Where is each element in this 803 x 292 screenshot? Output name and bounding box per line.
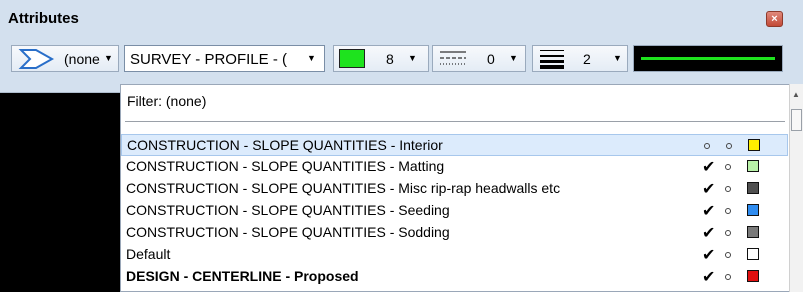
chevron-down-icon: ▼: [307, 53, 316, 63]
checkmark-icon: ✔: [702, 203, 716, 220]
checkmark-icon: ✔: [702, 269, 716, 286]
line-weight-icon: [540, 50, 564, 69]
circle-icon: [704, 143, 710, 149]
list-item-label: DESIGN - CENTERLINE - Proposed: [126, 268, 359, 284]
circle-icon: [725, 274, 731, 280]
level-picker[interactable]: (none ▼: [11, 45, 119, 72]
checkmark-icon: ✔: [702, 225, 716, 242]
scroll-up-icon[interactable]: ▲: [792, 90, 800, 99]
circle-icon: [725, 164, 731, 170]
scrollbar[interactable]: ▲: [789, 84, 803, 292]
list-item-label: CONSTRUCTION - SLOPE QUANTITIES - Soddin…: [126, 224, 450, 240]
color-picker[interactable]: 8 ▼: [333, 45, 429, 72]
checkmark-icon: ✔: [702, 159, 716, 176]
list-item-label: Default: [126, 246, 171, 262]
element-template-value: SURVEY - PROFILE - (: [130, 51, 287, 68]
circle-icon: [725, 186, 731, 192]
line-preview: [633, 45, 783, 72]
close-button[interactable]: ×: [766, 11, 783, 27]
close-icon: ×: [771, 13, 778, 25]
chevron-down-icon: ▼: [104, 53, 113, 63]
list-item-label: CONSTRUCTION - SLOPE QUANTITIES - Seedin…: [126, 202, 450, 218]
list-item-label: CONSTRUCTION - SLOPE QUANTITIES - Interi…: [127, 137, 443, 153]
element-template-dropdown[interactable]: SURVEY - PROFILE - ( ▼: [124, 45, 325, 72]
chevron-down-icon: ▼: [613, 53, 622, 63]
color-swatch: [747, 248, 759, 260]
color-swatch: [747, 226, 759, 238]
line-weight-value: 2: [583, 51, 591, 67]
circle-icon: [726, 143, 732, 149]
list-item[interactable]: CONSTRUCTION - SLOPE QUANTITIES - Mattin…: [121, 156, 788, 178]
list-item[interactable]: CONSTRUCTION - SLOPE QUANTITIES - Seedin…: [121, 200, 788, 222]
line-style-icon: [440, 51, 466, 65]
checkmark-icon: ✔: [702, 247, 716, 264]
list-item[interactable]: CONSTRUCTION - SLOPE QUANTITIES - Interi…: [121, 134, 788, 156]
circle-icon: [725, 208, 731, 214]
color-swatch: [747, 204, 759, 216]
list-item[interactable]: CONSTRUCTION - SLOPE QUANTITIES - Soddin…: [121, 222, 788, 244]
level-value: (none: [64, 51, 100, 67]
filter-label: Filter: (none): [127, 93, 207, 109]
circle-icon: [725, 252, 731, 258]
level-icon: [18, 49, 55, 69]
color-swatch: [748, 139, 760, 151]
preview-line: [641, 57, 775, 60]
list-item[interactable]: CONSTRUCTION - SLOPE QUANTITIES - Misc r…: [121, 178, 788, 200]
line-style-picker[interactable]: 0 ▼: [432, 45, 526, 72]
line-weight-picker[interactable]: 2 ▼: [532, 45, 628, 72]
line-style-value: 0: [487, 51, 495, 67]
list-item[interactable]: Default ✔: [121, 244, 788, 266]
view-background: [0, 93, 120, 292]
color-swatch: [747, 270, 759, 282]
color-swatch: [339, 49, 365, 68]
attributes-panel: Attributes × (none ▼ SURVEY - PROFILE - …: [0, 0, 803, 93]
circle-icon: [725, 230, 731, 236]
panel-title: Attributes: [8, 10, 79, 27]
color-value: 8: [386, 51, 394, 67]
divider: [125, 121, 785, 122]
chevron-down-icon: ▼: [408, 53, 417, 63]
list-item-label: CONSTRUCTION - SLOPE QUANTITIES - Misc r…: [126, 180, 561, 196]
checkmark-icon: ✔: [702, 181, 716, 198]
list-item[interactable]: DESIGN - CENTERLINE - Proposed ✔: [121, 266, 788, 288]
chevron-down-icon: ▼: [509, 53, 518, 63]
list-item-label: CONSTRUCTION - SLOPE QUANTITIES - Mattin…: [126, 158, 445, 174]
color-swatch: [747, 182, 759, 194]
color-swatch: [747, 160, 759, 172]
scrollbar-thumb[interactable]: [791, 109, 802, 131]
